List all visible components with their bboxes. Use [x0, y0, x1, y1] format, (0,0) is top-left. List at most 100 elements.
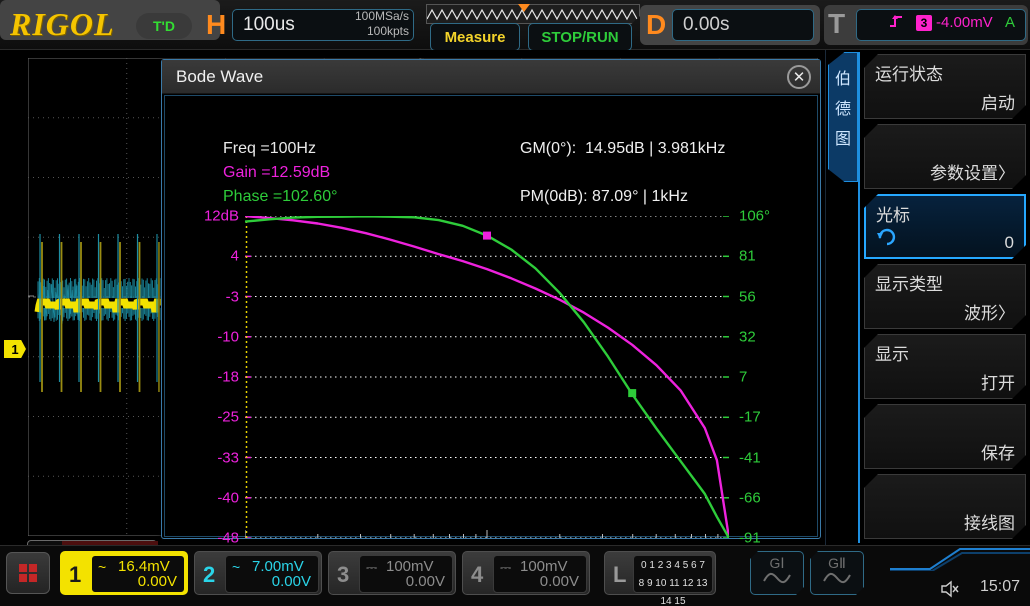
- trigger-letter: T: [828, 8, 845, 40]
- channel-readout: ~16.4mV0.00V: [91, 555, 185, 593]
- sample-rate: 100MSa/s: [325, 9, 409, 24]
- logic-row-2: 8 9 10 11 12 13 14 15: [634, 575, 712, 606]
- menu-item-value: 保存: [981, 439, 1015, 464]
- system-clock: 15:07: [980, 578, 1020, 596]
- close-icon[interactable]: ✕: [787, 65, 811, 89]
- menu-item-4[interactable]: 显示打开: [864, 334, 1026, 399]
- readout-gain-label: Gain =: [223, 164, 271, 181]
- sample-rate-group: 100MSa/s 100kpts: [325, 9, 409, 39]
- generator-1-button[interactable]: GⅠ: [750, 551, 804, 595]
- logic-label: L: [613, 562, 626, 588]
- phase-tick: 106°: [739, 208, 770, 225]
- phase-axis-ticks: 106°8156327-17-41-66-91: [739, 216, 799, 538]
- channel-3-button[interactable]: 3⎓100mV0.00V: [328, 551, 456, 595]
- trigger-position-marker-icon: [518, 4, 530, 12]
- gain-tick: 12dB: [204, 208, 239, 225]
- phase-tick: 7: [739, 369, 747, 386]
- menu-item-label: 运行状态: [875, 60, 943, 85]
- stop-run-button[interactable]: STOP/RUN: [528, 23, 632, 51]
- side-menu: 伯德图 运行状态启动参数设置〉光标0显示类型波形〉显示打开保存接线图: [826, 50, 1030, 545]
- channel-coupling-icon: ~: [98, 559, 106, 575]
- channel-1-button[interactable]: 1 ~16.4mV0.00V: [60, 551, 188, 595]
- menu-item-label: 显示: [875, 340, 909, 365]
- channel-2-button[interactable]: 2~7.00mV0.00V: [194, 551, 322, 595]
- phase-tick: 32: [739, 328, 756, 345]
- menu-item-value: 0: [1005, 233, 1014, 253]
- readout-gain-margin: GM(0°): 14.95dB | 3.981kHz: [520, 140, 725, 158]
- waveform-strip-icon[interactable]: [426, 4, 640, 24]
- channel-offset: 0.00V: [138, 573, 177, 590]
- menu-item-value: 接线图: [964, 509, 1015, 534]
- trigger-status-indicator: T'D: [136, 13, 192, 39]
- menu-item-5[interactable]: 保存: [864, 404, 1026, 469]
- channel-number: 3: [337, 562, 349, 588]
- gain-tick: -10: [217, 328, 239, 345]
- gain-tick: -33: [217, 449, 239, 466]
- gain-tick: -40: [217, 489, 239, 506]
- readout-freq-label: Freq =: [223, 140, 270, 157]
- channel-number: 1: [69, 562, 81, 588]
- trigger-sweep-mode: A: [1005, 14, 1015, 31]
- gain-axis-ticks: 12dB4-3-10-18-25-33-40-48: [183, 216, 239, 538]
- measure-button[interactable]: Measure: [430, 23, 520, 51]
- top-status-bar: RIGOL T'D H 100us 100MSa/s 100kpts Measu…: [0, 0, 1030, 50]
- menu-tab-bode[interactable]: 伯德图: [828, 52, 858, 182]
- grid-icon[interactable]: [6, 552, 50, 594]
- readout-phase: Phase =102.60°: [223, 188, 338, 206]
- readout-gm-value: 14.95dB | 3.981kHz: [585, 140, 725, 157]
- bode-body: Freq =100Hz Gain =12.59dB Phase =102.60°…: [164, 95, 818, 537]
- menu-item-value: 打开: [981, 369, 1015, 394]
- bode-plot-canvas: [245, 216, 729, 538]
- logic-row-1: 0 1 2 3 4 5 6 7: [634, 557, 712, 575]
- readout-phase-margin: PM(0dB): 87.09° | 1kHz: [520, 188, 688, 206]
- rotary-knob-icon: [876, 226, 898, 252]
- channel-number: 4: [471, 562, 483, 588]
- channel-1-ground-marker[interactable]: 1: [4, 340, 26, 358]
- delay-value: 0.00s: [683, 14, 729, 36]
- timebase-value: 100us: [243, 14, 295, 36]
- menu-item-label: 显示类型: [875, 270, 943, 295]
- channel-coupling-icon: ~: [232, 559, 240, 575]
- trigger-edge-icon: [888, 14, 904, 34]
- generator-2-label: GⅡ: [811, 555, 863, 572]
- readout-pm-value: 87.09° | 1kHz: [592, 188, 688, 205]
- menu-item-value: 波形〉: [964, 299, 1015, 324]
- trigger-level-value: -4.00mV: [936, 14, 993, 31]
- readout-phase-value: 102.60°: [282, 188, 337, 205]
- menu-item-3[interactable]: 显示类型波形〉: [864, 264, 1026, 329]
- logic-channels-button[interactable]: L 0 1 2 3 4 5 6 7 8 9 10 11 12 13 14 15: [604, 551, 716, 595]
- phase-tick: -17: [739, 409, 761, 426]
- readout-gm-label: GM(0°):: [520, 140, 576, 157]
- channel-offset: 0.00V: [272, 573, 311, 590]
- channel-coupling-icon: ⎓: [366, 559, 377, 576]
- readout-gain: Gain =12.59dB: [223, 164, 330, 182]
- phase-tick: 81: [739, 248, 756, 265]
- phase-tick: 56: [739, 288, 756, 305]
- rigol-logo: RIGOL: [10, 6, 115, 43]
- speaker-muted-icon[interactable]: [940, 580, 960, 603]
- readout-pm-label: PM(0dB):: [520, 188, 588, 205]
- menu-item-1[interactable]: 参数设置〉: [864, 124, 1026, 189]
- bode-titlebar: Bode Wave ✕: [162, 60, 820, 94]
- channel-offset: 0.00V: [406, 573, 445, 590]
- readout-gain-value: 12.59dB: [271, 164, 331, 181]
- readout-phase-label: Phase =: [223, 188, 282, 205]
- channel-coupling-icon: ⎓: [500, 559, 511, 576]
- generator-1-label: GⅠ: [751, 555, 803, 572]
- menu-item-0[interactable]: 运行状态启动: [864, 54, 1026, 119]
- menu-item-2[interactable]: 光标0: [864, 194, 1026, 259]
- readout-freq: Freq =100Hz: [223, 140, 316, 158]
- gain-tick: -25: [217, 409, 239, 426]
- bode-plot[interactable]: 12dB4-3-10-18-25-33-40-48 106°8156327-17…: [245, 216, 729, 538]
- menu-rail: [858, 52, 860, 543]
- channel-readout: ~7.00mV0.00V: [225, 555, 319, 593]
- horizontal-letter: H: [206, 9, 226, 41]
- generator-2-button[interactable]: GⅡ: [810, 551, 864, 595]
- phase-tick: -66: [739, 489, 761, 506]
- gain-tick: -3: [226, 288, 239, 305]
- menu-item-6[interactable]: 接线图: [864, 474, 1026, 539]
- bode-wave-dialog[interactable]: Bode Wave ✕ Freq =100Hz Gain =12.59dB Ph…: [161, 59, 821, 539]
- bode-title-text: Bode Wave: [176, 67, 263, 87]
- channel-4-button[interactable]: 4⎓100mV0.00V: [462, 551, 590, 595]
- menu-item-value: 参数设置〉: [930, 159, 1015, 184]
